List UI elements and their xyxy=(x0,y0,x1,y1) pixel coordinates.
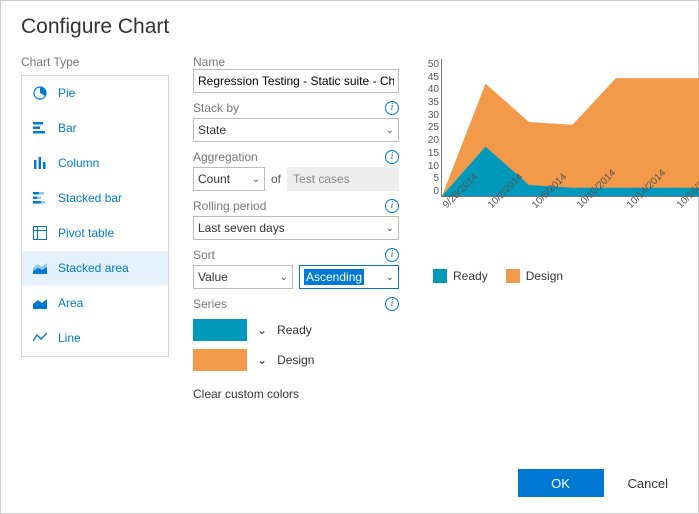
chart-y-axis: 50454035302520151050 xyxy=(419,59,439,197)
cancel-button[interactable]: Cancel xyxy=(620,470,676,497)
series-color-swatch[interactable] xyxy=(193,319,247,341)
clear-custom-colors-link[interactable]: Clear custom colors xyxy=(193,387,299,401)
legend-item: Design xyxy=(506,269,563,283)
stacked-area-icon xyxy=(32,260,48,276)
chart-type-stacked-bar[interactable]: Stacked bar xyxy=(22,181,168,216)
series-color-swatch[interactable] xyxy=(193,349,247,371)
chart-type-label: Area xyxy=(58,296,83,310)
chevron-down-icon: ⌄ xyxy=(386,272,394,283)
chart-preview: 50454035302520151050 9/28/201410/2/20141… xyxy=(441,59,699,219)
series-row: ⌄ Design xyxy=(193,349,399,371)
sort-field-select[interactable]: Value ⌄ xyxy=(193,265,293,289)
pivot-table-icon xyxy=(32,225,48,241)
series-row: ⌄ Ready xyxy=(193,319,399,341)
legend-label: Ready xyxy=(453,269,488,283)
aggregation-of-text: of xyxy=(271,172,281,186)
chart-type-area[interactable]: Area xyxy=(22,286,168,321)
chart-type-label: Pie xyxy=(58,86,75,100)
chart-type-column[interactable]: Column xyxy=(22,146,168,181)
area-icon xyxy=(32,295,48,311)
sort-direction-value: Ascending xyxy=(304,269,364,285)
info-icon[interactable]: i xyxy=(385,150,399,164)
chart-type-label: Stacked area xyxy=(58,261,129,275)
chart-type-label: Line xyxy=(58,331,81,345)
chart-type-label: Stacked bar xyxy=(58,191,122,205)
sort-label: Sort xyxy=(193,248,215,262)
legend-label: Design xyxy=(526,269,563,283)
chart-type-heading: Chart Type xyxy=(21,55,169,69)
info-icon[interactable]: i xyxy=(385,297,399,311)
legend-swatch xyxy=(506,269,520,283)
pie-icon xyxy=(32,85,48,101)
chevron-down-icon: ⌄ xyxy=(386,223,394,234)
chart-type-label: Pivot table xyxy=(58,226,114,240)
stackby-label: Stack by xyxy=(193,101,239,115)
chevron-down-icon: ⌄ xyxy=(386,125,394,136)
chevron-down-icon[interactable]: ⌄ xyxy=(257,323,267,337)
series-name: Ready xyxy=(277,323,312,337)
rolling-label: Rolling period xyxy=(193,199,266,213)
chart-legend: Ready Design xyxy=(433,269,699,283)
rolling-value: Last seven days xyxy=(198,221,285,235)
column-icon xyxy=(32,155,48,171)
info-icon[interactable]: i xyxy=(385,248,399,262)
chevron-down-icon: ⌄ xyxy=(252,174,260,185)
chart-type-line[interactable]: Line xyxy=(22,321,168,356)
dialog-title: Configure Chart xyxy=(1,1,698,45)
chevron-down-icon: ⌄ xyxy=(280,272,288,283)
stackby-value: State xyxy=(198,123,226,137)
legend-swatch xyxy=(433,269,447,283)
bar-icon xyxy=(32,120,48,136)
info-icon[interactable]: i xyxy=(385,199,399,213)
series-name: Design xyxy=(277,353,314,367)
aggregation-select[interactable]: Count ⌄ xyxy=(193,167,265,191)
rolling-select[interactable]: Last seven days ⌄ xyxy=(193,216,399,240)
ok-button[interactable]: OK xyxy=(518,469,604,497)
name-input[interactable] xyxy=(193,69,399,93)
sort-field-value: Value xyxy=(198,270,228,284)
chart-type-list: Pie Bar Column Stacked bar xyxy=(21,75,169,357)
aggregation-label: Aggregation xyxy=(193,150,258,164)
stackby-select[interactable]: State ⌄ xyxy=(193,118,399,142)
line-icon xyxy=(32,330,48,346)
stacked-bar-icon xyxy=(32,190,48,206)
aggregation-value: Count xyxy=(198,172,230,186)
chart-type-label: Bar xyxy=(58,121,77,135)
legend-item: Ready xyxy=(433,269,488,283)
chart-type-pivot-table[interactable]: Pivot table xyxy=(22,216,168,251)
series-label: Series xyxy=(193,297,227,311)
chart-x-axis: 9/28/201410/2/201410/6/201410/10/201410/… xyxy=(441,203,699,253)
chart-type-stacked-area[interactable]: Stacked area xyxy=(22,251,168,286)
chart-type-pie[interactable]: Pie xyxy=(22,76,168,111)
sort-direction-select[interactable]: Ascending ⌄ xyxy=(299,265,399,289)
chart-type-label: Column xyxy=(58,156,99,170)
info-icon[interactable]: i xyxy=(385,101,399,115)
chevron-down-icon[interactable]: ⌄ xyxy=(257,353,267,367)
aggregation-target: Test cases xyxy=(287,167,399,191)
chart-type-bar[interactable]: Bar xyxy=(22,111,168,146)
name-label: Name xyxy=(193,55,399,69)
